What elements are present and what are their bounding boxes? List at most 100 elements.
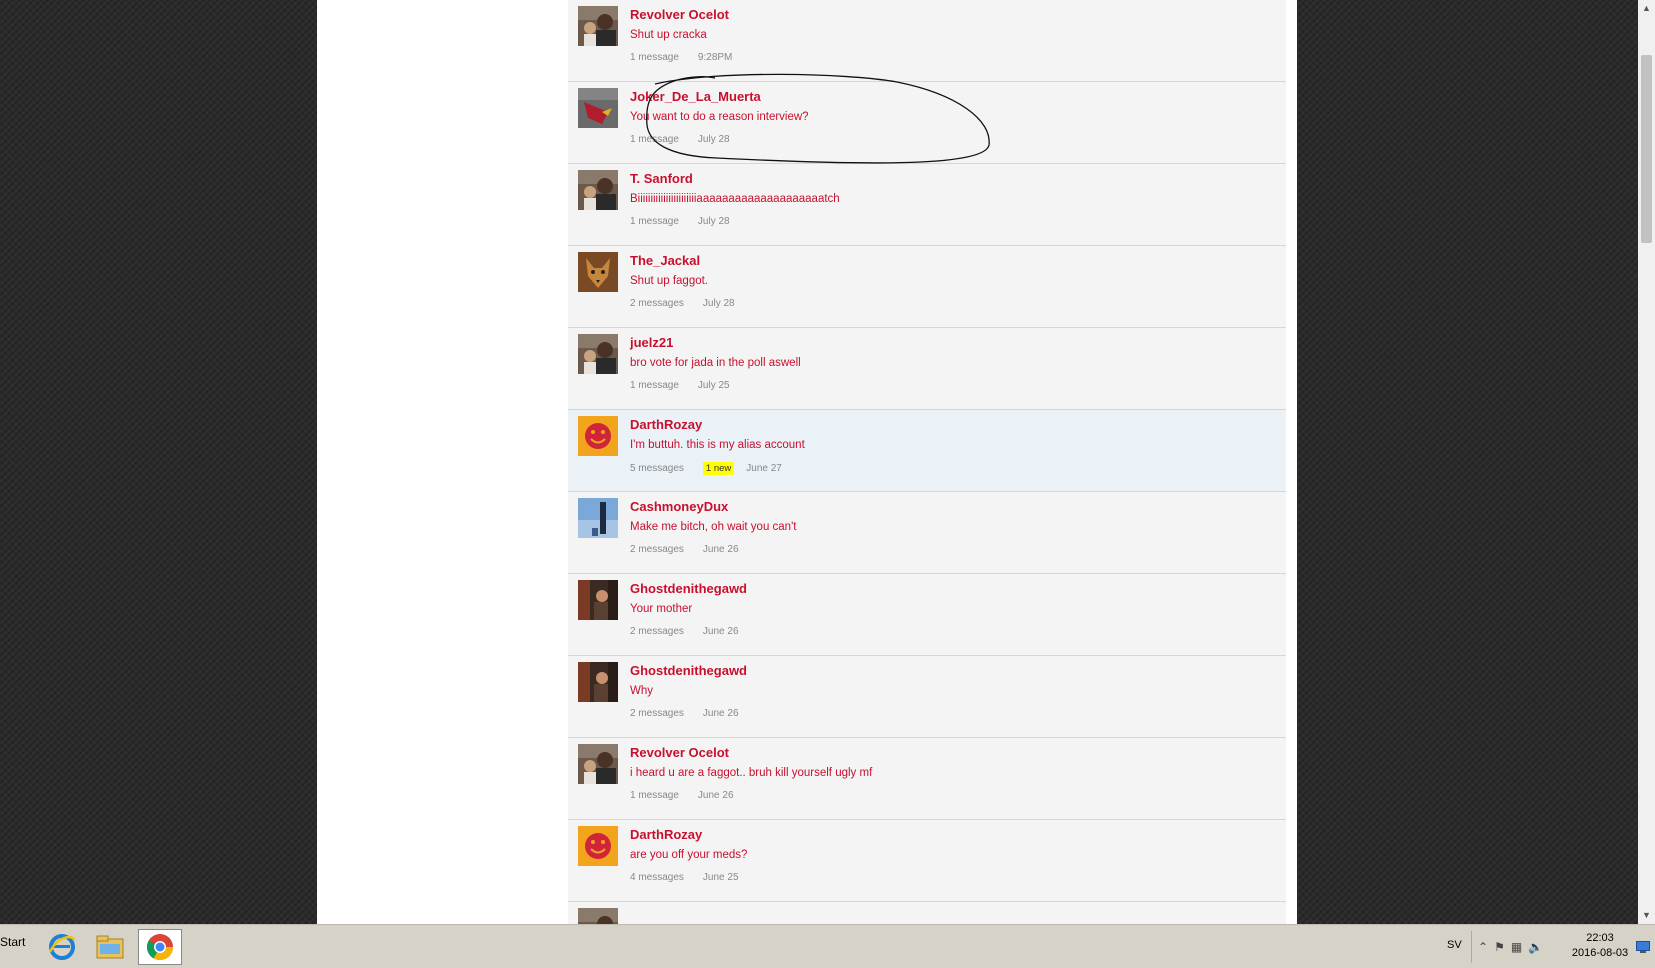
conversation-list: Revolver Ocelot Shut up cracka 1 message 9:… [568,0,1286,924]
message-count: 1 message [630,216,679,227]
message-date: June 27 [746,463,782,474]
conversation-meta: 4 messages June 25 [630,872,739,883]
internet-explorer-button[interactable] [40,929,84,965]
avatar[interactable] [578,252,618,292]
conversation-meta: 1 message July 28 [630,134,730,145]
avatar[interactable] [578,6,618,46]
sender-name-link[interactable]: Ghostdenithegawd [630,663,747,678]
message-date: July 28 [697,134,730,145]
message-snippet-link[interactable]: i heard u are a faggot.. bruh kill yours… [630,767,872,779]
sender-name-link[interactable]: Revolver Ocelot [630,745,729,760]
conversation-item[interactable]: Ghostdenithegawd Why 2 messages June 26 [568,656,1286,738]
message-snippet-link[interactable]: You want to do a reason interview? [630,111,809,123]
message-date: June 26 [697,790,734,801]
clock-time: 22:03 [1586,932,1614,944]
message-count: 2 messages [630,626,684,637]
page-content: Revolver Ocelot Shut up cracka 1 message 9:… [317,0,1297,924]
message-count: 4 messages [630,872,684,883]
message-date: 9:28PM [697,52,733,63]
avatar[interactable] [578,662,618,702]
message-snippet-link[interactable]: bro vote for jada in the poll aswell [630,357,801,369]
sender-name-link[interactable]: Revolver Ocelot [630,7,729,22]
message-snippet-link[interactable]: Make me bitch, oh wait you can't [630,521,796,533]
scrollbar-thumb[interactable] [1641,55,1652,243]
show-hidden-icons-icon[interactable]: ⌃ [1478,940,1488,954]
system-tray: ⌃ ⚑ ▦ 🔈 [1471,931,1562,963]
message-snippet-link[interactable]: Your mother [630,603,692,615]
message-snippet-link[interactable]: Shut up faggot. [630,275,708,287]
message-snippet-link[interactable]: I'm buttuh. this is my alias account [630,439,805,451]
avatar[interactable] [578,334,618,374]
sender-name-link[interactable]: The_Jackal [630,253,700,268]
avatar[interactable] [578,170,618,210]
language-indicator[interactable]: SV [1447,939,1462,951]
action-center-flag-icon[interactable]: ⚑ [1494,940,1505,954]
new-message-badge: 1 new [702,462,735,475]
message-count: 1 message [630,52,679,63]
file-explorer-icon [96,935,124,959]
conversation-meta: 2 messages July 28 [630,298,735,309]
message-date: July 25 [697,380,730,391]
avatar[interactable] [578,88,618,128]
conversation-meta: 2 messages June 26 [630,544,739,555]
start-button[interactable]: Start [0,935,25,949]
message-date: June 26 [702,626,739,637]
conversation-meta: 1 message June 26 [630,790,734,801]
clock[interactable]: 22:03 2016-08-03 [1562,931,1638,961]
message-count: 5 messages [630,463,684,474]
message-snippet-link[interactable]: are you off your meds? [630,849,747,861]
avatar[interactable] [578,580,618,620]
sender-name-link[interactable]: Ghostdenithegawd [630,581,747,596]
avatar[interactable] [578,744,618,784]
conversation-item[interactable]: T. Sanford Biiiiiiiiiiiiiiiiiiiiiiiaaaaaa… [568,164,1286,246]
scroll-down-arrow-icon[interactable]: ▼ [1638,907,1655,924]
message-date: July 28 [702,298,735,309]
message-snippet-link[interactable]: Why [630,685,653,697]
internet-explorer-icon [48,934,76,960]
message-count: 1 message [630,380,679,391]
message-snippet-link[interactable]: Biiiiiiiiiiiiiiiiiiiiiiiaaaaaaaaaaaaaaaa… [630,193,840,205]
conversation-meta: 2 messages June 26 [630,626,739,637]
avatar[interactable] [578,826,618,866]
conversation-meta: 5 messages 1 new June 27 [630,462,782,475]
message-snippet-link[interactable]: Shut up cracka [630,29,707,41]
message-date: July 28 [697,216,730,227]
message-count: 2 messages [630,298,684,309]
message-date: June 26 [702,708,739,719]
sender-name-link[interactable]: CashmoneyDux [630,499,728,514]
message-count: 1 message [630,790,679,801]
scroll-up-arrow-icon[interactable]: ▲ [1638,0,1655,17]
message-count: 2 messages [630,544,684,555]
sender-name-link[interactable]: Joker_De_La_Muerta [630,89,761,104]
avatar[interactable] [578,416,618,456]
sender-name-link[interactable]: DarthRozay [630,417,702,432]
sender-name-link[interactable]: juelz21 [630,335,673,350]
conversation-item[interactable]: Ghostdenithegawd Your mother 2 messages Jun… [568,574,1286,656]
conversation-item[interactable]: The_Jackal Shut up faggot. 2 messages July … [568,246,1286,328]
conversation-item[interactable]: Revolver Ocelot Shut up cracka 1 message 9:… [568,0,1286,82]
conversation-item[interactable]: DarthRozay I'm buttuh. this is my alias a… [568,410,1286,492]
conversation-item[interactable]: Revolver Ocelot i heard u are a faggot.. … [568,738,1286,820]
conversation-meta: 1 message 9:28PM [630,52,732,63]
conversation-meta: 1 message July 28 [630,216,730,227]
avatar[interactable] [578,498,618,538]
clock-date: 2016-08-03 [1571,947,1629,959]
conversation-item[interactable]: CashmoneyDux Make me bitch, oh wait you c… [568,492,1286,574]
conversation-item[interactable]: DarthRozay are you off your meds? 4 messag… [568,820,1286,902]
conversation-item-partial[interactable] [568,902,1286,924]
conversation-item[interactable]: juelz21 bro vote for jada in the poll asw… [568,328,1286,410]
network-icon[interactable]: ▦ [1511,940,1522,954]
file-explorer-button[interactable] [88,929,132,965]
message-date: June 26 [702,544,739,555]
message-count: 2 messages [630,708,684,719]
conversation-item[interactable]: Joker_De_La_Muerta You want to do a reaso… [568,82,1286,164]
message-date: June 25 [702,872,739,883]
volume-icon[interactable]: 🔈 [1528,940,1543,954]
chrome-button[interactable] [138,929,182,965]
conversation-meta: 2 messages June 26 [630,708,739,719]
show-desktop-icon[interactable] [1636,941,1650,953]
page-scrollbar[interactable]: ▲ ▼ [1638,0,1655,924]
sender-name-link[interactable]: DarthRozay [630,827,702,842]
avatar[interactable] [578,908,618,924]
sender-name-link[interactable]: T. Sanford [630,171,693,186]
